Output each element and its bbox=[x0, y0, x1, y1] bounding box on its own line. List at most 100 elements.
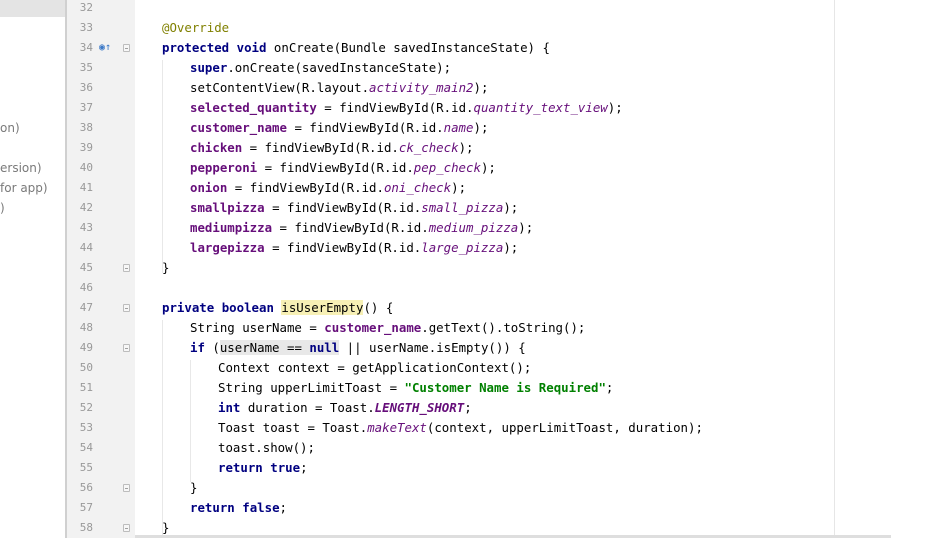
line-number[interactable]: 32 bbox=[67, 0, 93, 18]
code-token: Toast toast = Toast. bbox=[218, 420, 368, 435]
line-number[interactable]: 53 bbox=[67, 418, 93, 438]
code-token: ; bbox=[464, 400, 472, 415]
code-line[interactable]: super.onCreate(savedInstanceState); bbox=[190, 58, 451, 78]
code-token: name bbox=[443, 120, 474, 135]
code-token: pep_check bbox=[413, 160, 481, 175]
code-line[interactable]: String upperLimitToast = "Customer Name … bbox=[218, 378, 613, 398]
right-margin-guide bbox=[834, 0, 835, 538]
code-token: toast.show(); bbox=[218, 440, 315, 455]
code-token: customer_name bbox=[190, 120, 287, 135]
override-method-icon[interactable]: ◉↑ bbox=[99, 42, 113, 54]
line-number[interactable]: 37 bbox=[67, 98, 93, 118]
code-line[interactable]: toast.show(); bbox=[218, 438, 315, 458]
project-tree-item[interactable]: ) bbox=[0, 201, 5, 215]
code-line[interactable]: @Override bbox=[162, 18, 229, 38]
line-number[interactable]: 38 bbox=[67, 118, 93, 138]
code-line[interactable]: return false; bbox=[190, 498, 287, 518]
code-line[interactable]: Toast toast = Toast.makeText(context, up… bbox=[218, 418, 703, 438]
fold-marker-icon[interactable] bbox=[123, 264, 130, 272]
fold-marker-icon[interactable] bbox=[123, 344, 130, 352]
code-editor[interactable]: @Override protected void onCreate(Bundle … bbox=[135, 0, 929, 538]
code-token: } bbox=[190, 480, 198, 495]
code-token: || userName.isEmpty()) { bbox=[339, 340, 526, 355]
code-line[interactable]: mediumpizza = findViewById(R.id.medium_p… bbox=[190, 218, 533, 238]
code-token: .onCreate(savedInstanceState); bbox=[227, 60, 452, 75]
line-number[interactable]: 58 bbox=[67, 518, 93, 538]
code-token: ( bbox=[204, 340, 220, 355]
line-number[interactable]: 52 bbox=[67, 398, 93, 418]
line-number[interactable]: 36 bbox=[67, 78, 93, 98]
fold-marker-icon[interactable] bbox=[123, 44, 130, 52]
code-token: oni_check bbox=[383, 180, 452, 195]
code-token: int bbox=[218, 400, 241, 415]
code-token: false bbox=[242, 500, 280, 515]
line-number[interactable]: 34 bbox=[67, 38, 93, 58]
line-number[interactable]: 40 bbox=[67, 158, 93, 178]
code-token: ); bbox=[503, 200, 519, 215]
code-token: = findViewById(R.id. bbox=[227, 180, 384, 195]
editor-gutter[interactable]: 32 33 34 35 36 37 38 39 40 41 42 43 44 45 46 47 48 49 50 51… bbox=[67, 0, 135, 538]
line-number[interactable]: 43 bbox=[67, 218, 93, 238]
code-token: String upperLimitToast = bbox=[218, 380, 405, 395]
line-number[interactable]: 57 bbox=[67, 498, 93, 518]
fold-marker-icon[interactable] bbox=[123, 304, 130, 312]
code-token: @Override bbox=[162, 20, 230, 35]
line-number[interactable]: 50 bbox=[67, 358, 93, 378]
fold-marker-icon[interactable] bbox=[123, 524, 130, 532]
code-token: ); bbox=[607, 100, 623, 115]
code-token: userName == bbox=[219, 340, 310, 355]
code-line[interactable]: onion = findViewById(R.id.oni_check); bbox=[190, 178, 466, 198]
code-line[interactable]: chicken = findViewById(R.id.ck_check); bbox=[190, 138, 473, 158]
line-number[interactable]: 49 bbox=[67, 338, 93, 358]
line-number[interactable]: 44 bbox=[67, 238, 93, 258]
code-token: smallpizza bbox=[190, 200, 265, 215]
line-number[interactable]: 51 bbox=[67, 378, 93, 398]
code-token: = findViewById(R.id. bbox=[242, 140, 399, 155]
code-line[interactable]: private boolean isUserEmpty() { bbox=[162, 298, 393, 318]
line-number[interactable]: 35 bbox=[67, 58, 93, 78]
project-tree-item[interactable]: for app) bbox=[0, 181, 48, 195]
line-number[interactable]: 33 bbox=[67, 18, 93, 38]
code-line[interactable]: setContentView(R.layout.activity_main2); bbox=[190, 78, 488, 98]
code-token: ); bbox=[480, 160, 496, 175]
code-line[interactable]: if (userName == null || userName.isEmpty… bbox=[190, 338, 526, 358]
code-token: = findViewById(R.id. bbox=[257, 160, 414, 175]
project-tree-item[interactable]: on) bbox=[0, 121, 20, 135]
line-number[interactable]: 46 bbox=[67, 278, 93, 298]
line-number[interactable]: 54 bbox=[67, 438, 93, 458]
line-number[interactable]: 55 bbox=[67, 458, 93, 478]
code-line[interactable]: smallpizza = findViewById(R.id.small_piz… bbox=[190, 198, 518, 218]
code-line[interactable]: protected void onCreate(Bundle savedInst… bbox=[162, 38, 550, 58]
code-token: isUserEmpty bbox=[281, 300, 364, 315]
code-token: void bbox=[236, 40, 267, 55]
code-token: if bbox=[190, 340, 205, 355]
project-tree-selection[interactable] bbox=[0, 0, 65, 17]
code-line[interactable]: customer_name = findViewById(R.id.name); bbox=[190, 118, 488, 138]
code-line[interactable]: } bbox=[190, 478, 197, 498]
line-number[interactable]: 39 bbox=[67, 138, 93, 158]
code-line[interactable]: int duration = Toast.LENGTH_SHORT; bbox=[218, 398, 472, 418]
project-tree-item[interactable]: ersion) bbox=[0, 161, 42, 175]
fold-marker-icon[interactable] bbox=[123, 484, 130, 492]
code-token: ; bbox=[300, 460, 308, 475]
line-number[interactable]: 45 bbox=[67, 258, 93, 278]
indent-guide bbox=[190, 360, 191, 482]
line-number[interactable]: 56 bbox=[67, 478, 93, 498]
code-token: super bbox=[190, 60, 228, 75]
code-line[interactable]: return true; bbox=[218, 458, 308, 478]
code-line[interactable]: Context context = getApplicationContext(… bbox=[218, 358, 531, 378]
code-line[interactable]: } bbox=[162, 258, 169, 278]
code-token: largepizza bbox=[190, 240, 265, 255]
code-token: private bbox=[162, 300, 215, 315]
code-line[interactable]: largepizza = findViewById(R.id.large_piz… bbox=[190, 238, 518, 258]
code-line[interactable]: pepperoni = findViewById(R.id.pep_check)… bbox=[190, 158, 496, 178]
code-line[interactable]: String userName = customer_name.getText(… bbox=[190, 318, 585, 338]
code-token: = findViewById(R.id. bbox=[264, 240, 422, 255]
line-number[interactable]: 47 bbox=[67, 298, 93, 318]
code-line[interactable]: selected_quantity = findViewById(R.id.qu… bbox=[190, 98, 623, 118]
line-number[interactable]: 48 bbox=[67, 318, 93, 338]
line-number[interactable]: 41 bbox=[67, 178, 93, 198]
code-token: return bbox=[218, 460, 263, 475]
line-number[interactable]: 42 bbox=[67, 198, 93, 218]
